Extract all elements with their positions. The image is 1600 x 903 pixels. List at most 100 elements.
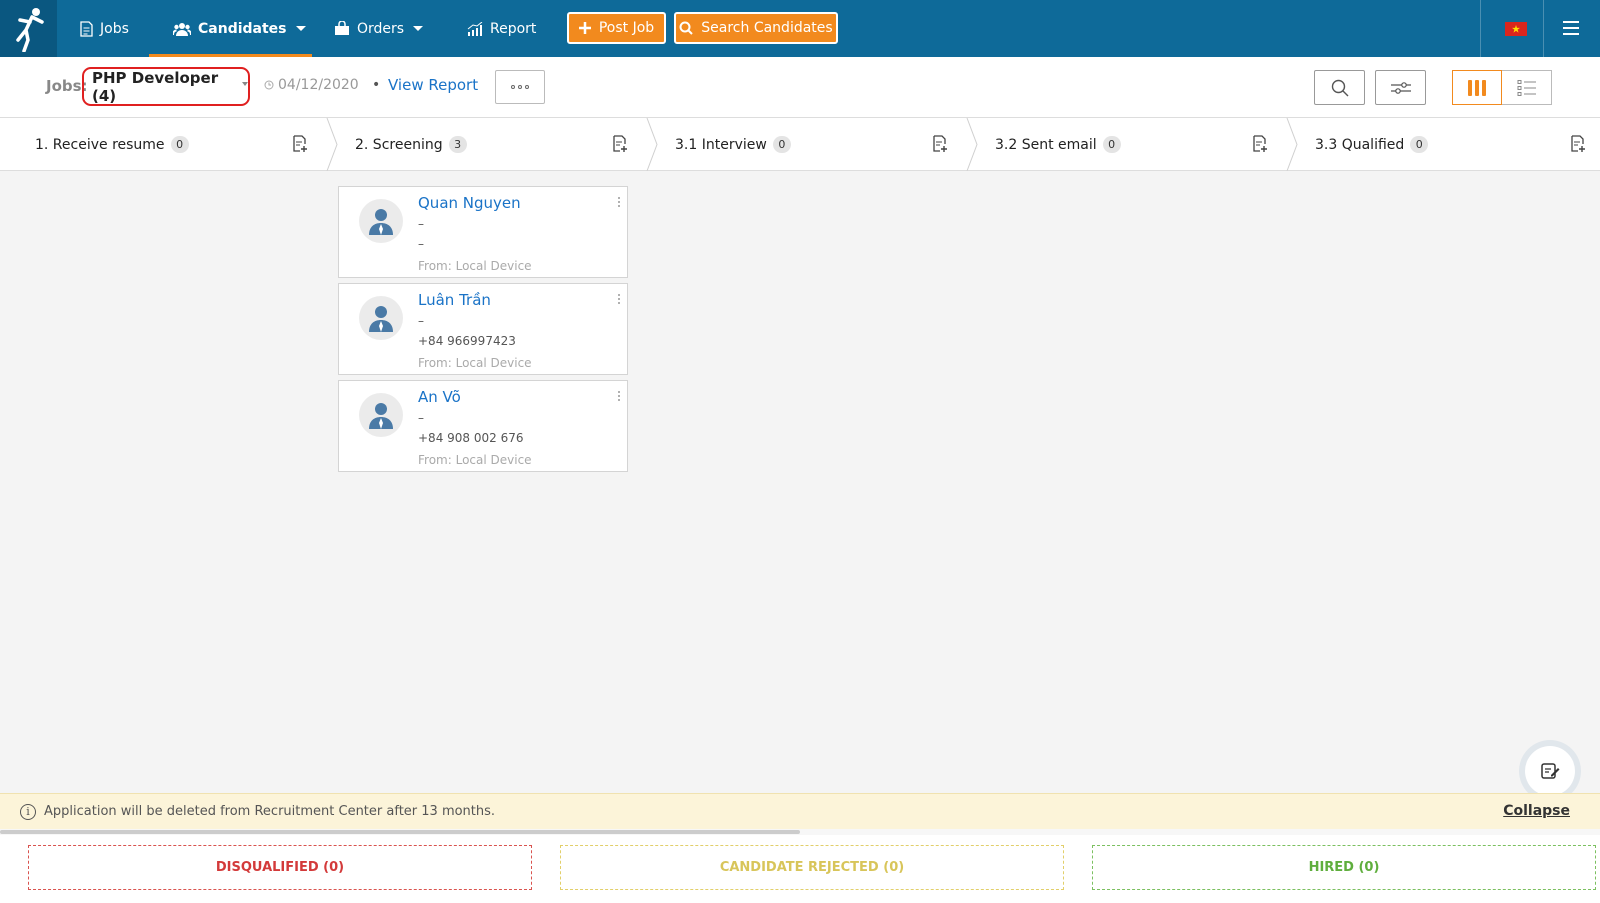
card-menu-icon[interactable] [617,391,621,401]
search-button[interactable] [1314,70,1365,105]
add-candidate-icon[interactable] [292,135,308,153]
stage-screening[interactable]: 2. Screening 3 [355,118,467,171]
chevron-down-icon [295,26,306,31]
candidate-name[interactable]: An Võ [418,388,461,406]
stage-count-badge: 3 [448,136,467,153]
avatar [359,199,403,243]
rejected-dropzone[interactable]: CANDIDATE REJECTED (0) [560,845,1064,890]
search-icon [679,21,693,35]
menu-icon[interactable] [1563,21,1579,35]
info-icon: i [20,804,36,820]
hired-dropzone[interactable]: HIRED (0) [1092,845,1596,890]
view-report-link[interactable]: View Report [388,76,478,94]
avatar [359,393,403,437]
candidate-title: – [418,411,424,425]
search-candidates-button[interactable]: Search Candidates [674,12,838,44]
scrollbar-thumb[interactable] [0,830,800,834]
stage-label: 3.2 Sent email [995,136,1097,153]
language-flag-icon[interactable] [1505,22,1527,36]
nav-orders[interactable]: Orders [334,0,424,57]
stage-qualified[interactable]: 3.3 Qualified 0 [1315,118,1429,171]
card-menu-icon[interactable] [617,294,621,304]
candidate-phone: +84 908 002 676 [418,431,524,445]
plus-icon [578,22,591,34]
add-candidate-icon[interactable] [1252,135,1268,153]
stage-sent-email[interactable]: 3.2 Sent email 0 [995,118,1121,171]
list-view-button[interactable] [1502,70,1552,105]
candidate-card[interactable]: An Võ – +84 908 002 676 From: Local Devi… [338,380,628,472]
candidate-name[interactable]: Luân Trần [418,291,491,309]
kanban-view-button[interactable] [1452,70,1502,105]
user-icon [369,209,393,235]
user-icon [369,403,393,429]
stage-label: 3.3 Qualified [1315,136,1405,153]
app-logo[interactable] [0,0,57,57]
nav-jobs[interactable]: Jobs [80,0,129,57]
candidate-title: – [418,217,424,231]
nav-candidates[interactable]: Candidates [149,0,312,57]
candidate-source: From: Local Device [418,453,532,467]
collapse-link[interactable]: Collapse [1503,803,1570,819]
stage-label: 2. Screening [355,136,443,153]
candidate-source: From: Local Device [418,356,532,370]
candidate-card[interactable]: Luân Trần – +84 966997423 From: Local De… [338,283,628,375]
candidate-phone: – [418,237,424,251]
list-icon [1517,79,1536,96]
nav-report-label: Report [490,20,537,37]
post-job-button[interactable]: Post Job [567,12,666,44]
runner-logo-icon [15,7,44,52]
notice-text: Application will be deleted from Recruit… [44,804,496,819]
view-toggle [1452,70,1553,105]
stage-count-badge: 0 [1102,136,1121,153]
candidate-name[interactable]: Quan Nguyen [418,194,521,212]
notes-floating-button[interactable] [1525,746,1575,796]
stage-label: 1. Receive resume [35,136,165,153]
stage-count-badge: 0 [772,136,791,153]
bag-icon [335,21,349,35]
card-menu-icon[interactable] [617,197,621,207]
people-icon [173,22,191,36]
document-icon [80,20,93,37]
clock-icon [264,80,274,90]
avatar [359,296,403,340]
nav-report[interactable]: Report [467,0,536,57]
stage-count-badge: 0 [170,136,189,153]
candidate-phone: +84 966997423 [418,334,516,348]
sliders-icon [1390,81,1411,94]
candidate-card[interactable]: Quan Nguyen – – From: Local Device [338,186,628,278]
retention-notice: i Application will be deleted from Recru… [0,793,1600,829]
disqualified-dropzone[interactable]: DISQUALIFIED (0) [28,845,532,890]
add-candidate-icon[interactable] [1570,135,1586,153]
add-candidate-icon[interactable] [932,135,948,153]
filter-button[interactable] [1375,70,1426,105]
add-candidate-icon[interactable] [612,135,628,153]
nav-orders-label: Orders [357,20,405,37]
top-navbar: Jobs Candidates Orders Report Post Job S… [0,0,1600,57]
job-selector[interactable]: PHP Developer (4) [82,67,250,106]
stage-receive-resume[interactable]: 1. Receive resume 0 [35,118,189,171]
nav-divider [1480,0,1481,57]
job-date: 04/12/2020 [264,77,359,93]
more-options-button[interactable] [495,70,545,104]
chart-icon [467,21,483,36]
pipeline-stages: 1. Receive resume 0 2. Screening 3 3.1 I… [0,118,1600,171]
search-candidates-label: Search Candidates [701,20,833,36]
stage-count-badge: 0 [1410,136,1429,153]
dot-separator: • [372,77,381,93]
stage-label: 3.1 Interview [675,136,767,153]
search-icon [1331,79,1348,96]
candidate-source: From: Local Device [418,259,532,273]
job-date-text: 04/12/2020 [278,77,359,93]
outcome-dropzones: DISQUALIFIED (0) CANDIDATE REJECTED (0) … [0,835,1600,903]
chevron-down-icon [242,81,248,86]
nav-jobs-label: Jobs [100,20,129,37]
stage-interview[interactable]: 3.1 Interview 0 [675,118,791,171]
nav-candidates-label: Candidates [198,20,287,37]
columns-icon [1468,79,1486,96]
star-icon [1512,25,1520,33]
ellipsis-icon [511,85,515,89]
job-header: Jobs: PHP Developer (4) 04/12/2020 • Vie… [0,57,1600,118]
post-job-label: Post Job [598,20,655,36]
user-icon [369,306,393,332]
candidate-title: – [418,314,424,328]
